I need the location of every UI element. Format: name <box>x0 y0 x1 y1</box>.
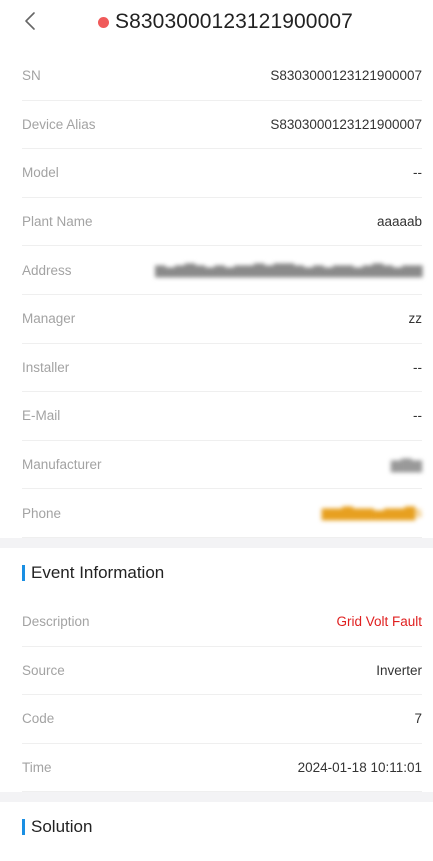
info-row-device-alias: Device Alias S8303000123121900007 <box>22 101 422 150</box>
info-row-sn: SN S8303000123121900007 <box>22 52 422 101</box>
info-row-manager: Manager zz <box>22 295 422 344</box>
info-row-phone[interactable]: Phone ▆▆▇▆▆▅▆▆▇s <box>22 489 422 538</box>
row-label: Address <box>22 262 72 278</box>
event-row-time: Time 2024-01-18 10:11:01 <box>22 744 422 793</box>
row-value: 2024-01-18 10:11:01 <box>297 760 422 776</box>
row-value: -- <box>413 408 422 424</box>
page-title: S8303000123121900007 <box>115 10 353 33</box>
event-row-description: Description Grid Volt Fault <box>22 598 422 647</box>
row-value: aaaaab <box>376 214 422 230</box>
row-label: Manufacturer <box>22 457 102 473</box>
row-value: -- <box>413 359 422 375</box>
row-label: Installer <box>22 359 70 375</box>
row-label: Model <box>22 165 59 181</box>
section-title: Event Information <box>31 562 165 582</box>
row-label: E-Mail <box>22 408 61 424</box>
section-divider <box>0 792 433 803</box>
status-dot <box>98 16 109 28</box>
row-label: Code <box>22 711 55 727</box>
solution-section-header: Solution <box>0 802 433 852</box>
row-value-redacted[interactable]: ▆▆▇▆▆▅▆▆▇s <box>322 505 422 521</box>
section-divider <box>0 537 433 548</box>
row-value-redacted: ▆▇▆ <box>390 456 422 472</box>
row-value: S8303000123121900007 <box>270 116 422 132</box>
row-label: Plant Name <box>22 214 93 230</box>
info-row-email: E-Mail -- <box>22 392 422 441</box>
row-label: Time <box>22 760 52 776</box>
event-row-code: Code 7 <box>22 695 422 744</box>
info-row-address: Address ▆▅▆▇▆▅▆▅▆▆▇▆▇▇▆▅▆▅▆▆▅▆▇▆▅▆▆ <box>22 246 422 295</box>
section-accent-bar <box>22 819 25 836</box>
section-accent-bar <box>22 564 25 581</box>
title-group: S8303000123121900007 <box>98 7 353 37</box>
row-label: Phone <box>22 505 62 521</box>
info-row-installer: Installer -- <box>22 344 422 393</box>
row-value: S8303000123121900007 <box>270 68 422 84</box>
back-button[interactable] <box>16 6 46 36</box>
chevron-left-icon <box>25 12 35 30</box>
row-value-redacted: ▆▅▆▇▆▅▆▅▆▆▇▆▇▇▆▅▆▅▆▆▅▆▇▆▅▆▆ <box>155 262 422 278</box>
info-row-plant-name: Plant Name aaaaab <box>22 198 422 247</box>
info-row-manufacturer: Manufacturer ▆▇▆ <box>22 441 422 490</box>
row-value: -- <box>413 165 422 181</box>
row-value: 7 <box>414 711 422 727</box>
event-row-source: Source Inverter <box>22 647 422 696</box>
section-title: Solution <box>31 817 93 837</box>
row-value: Grid Volt Fault <box>336 614 422 630</box>
row-label: Source <box>22 662 65 678</box>
event-section-header: Event Information <box>0 548 433 598</box>
row-label: Device Alias <box>22 116 96 132</box>
row-value: Inverter <box>376 662 422 678</box>
row-label: Manager <box>22 311 76 327</box>
info-row-model: Model -- <box>22 149 422 198</box>
row-label: SN <box>22 68 41 84</box>
row-label: Description <box>22 614 90 630</box>
row-value: zz <box>408 311 423 327</box>
top-bar: S8303000123121900007 <box>0 0 433 44</box>
device-info-list: SN S8303000123121900007 Device Alias S83… <box>0 52 433 852</box>
